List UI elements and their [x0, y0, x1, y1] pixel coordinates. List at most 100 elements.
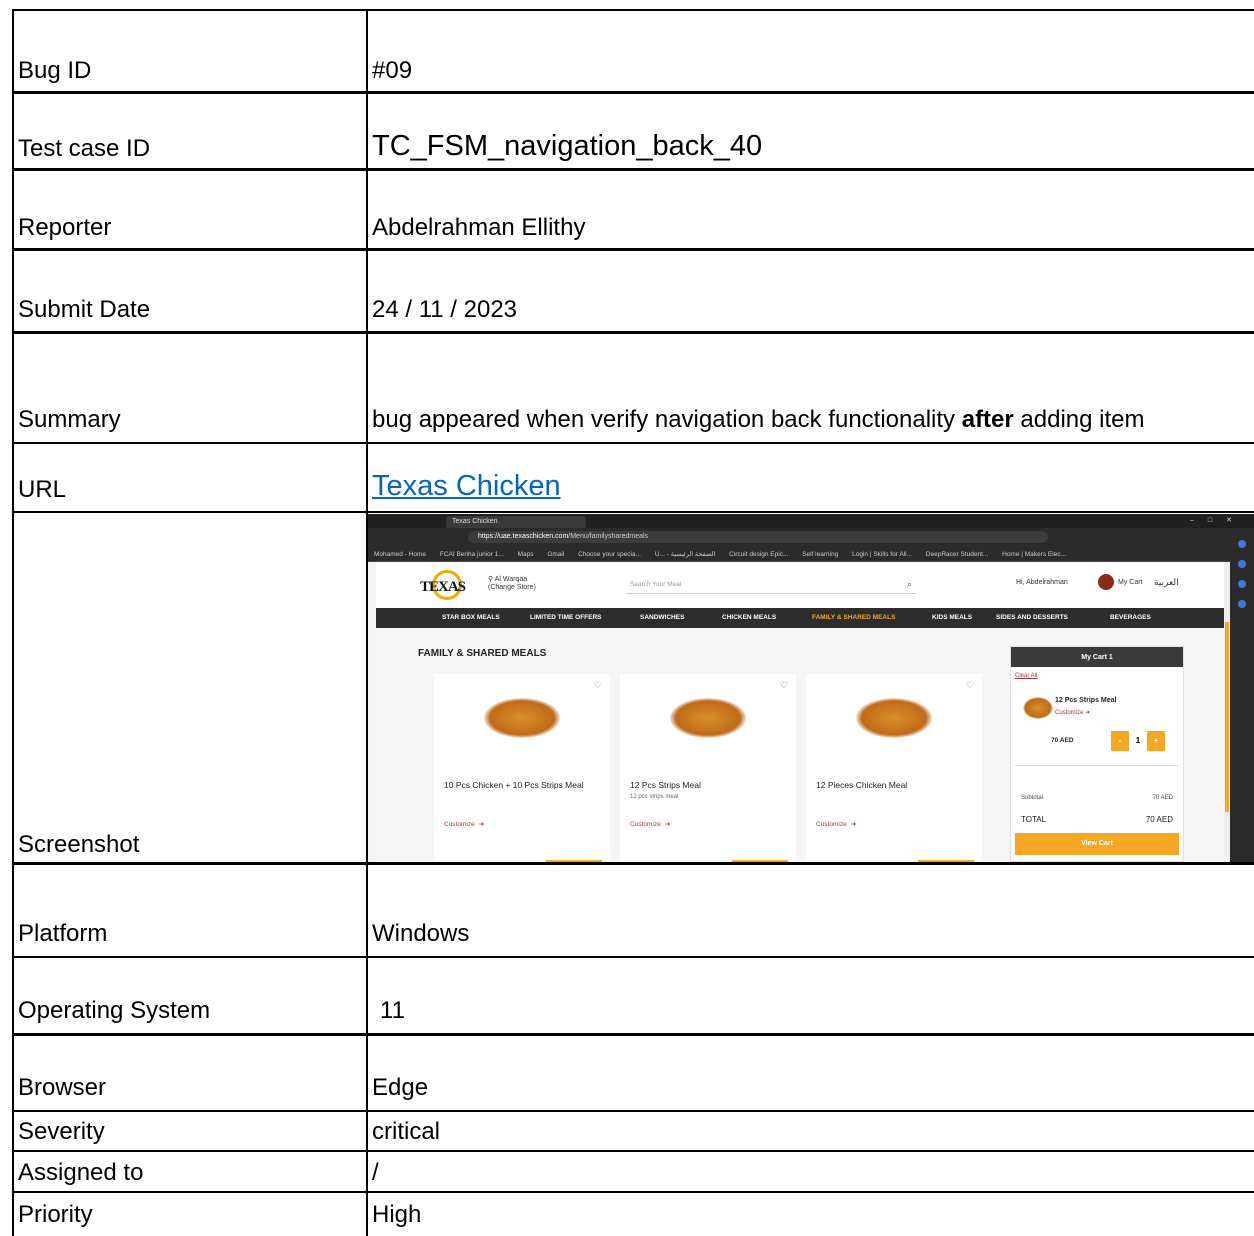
- add-button[interactable]: [546, 860, 602, 862]
- browser-tab[interactable]: Texas Chicken: [446, 516, 586, 528]
- user-greeting[interactable]: Hi, Abdelrahman: [1016, 579, 1068, 586]
- bookmark[interactable]: Home | Makers Elec...: [1002, 551, 1066, 558]
- nav-item-star-box[interactable]: STAR BOX MEALS: [442, 614, 500, 621]
- sidebar-app-icon[interactable]: [1238, 580, 1246, 588]
- cart-item-image: [1023, 697, 1053, 719]
- nav-item-family-shared[interactable]: FAMILY & SHARED MEALS: [812, 614, 895, 621]
- bookmarks-bar: Mohamed - Home FCAI Benha junior 1... Ma…: [368, 546, 1254, 562]
- bookmark[interactable]: DeepRacer Student...: [926, 551, 989, 558]
- sidebar-app-icon[interactable]: [1238, 540, 1246, 548]
- browser-tab-bar: Texas Chicken –□✕: [368, 514, 1254, 528]
- bookmark[interactable]: Maps: [518, 551, 534, 558]
- grid-line: [12, 248, 1254, 251]
- grid-line: [12, 1110, 1254, 1112]
- page-scrollbar[interactable]: [1224, 562, 1230, 862]
- embedded-screenshot: Texas Chicken –□✕ https://uae.texaschick…: [368, 514, 1254, 862]
- nav-item-chicken-meals[interactable]: CHICKEN MEALS: [722, 614, 776, 621]
- os-label: Operating System: [18, 997, 211, 1024]
- grid-line: [12, 956, 1254, 958]
- language-switch[interactable]: العربية: [1154, 577, 1179, 588]
- severity-value: critical: [372, 1118, 441, 1145]
- heart-icon[interactable]: ♡: [780, 680, 788, 691]
- product-card[interactable]: ♡ 12 Pcs Strips Meal 12 pcs strips meal …: [620, 674, 796, 862]
- test-case-id-value: TC_FSM_navigation_back_40: [372, 130, 763, 162]
- grid-line: [12, 168, 1254, 171]
- arrow-right-icon: ➜: [1085, 710, 1091, 716]
- summary-text-2: adding item: [1013, 406, 1145, 433]
- bug-report-table: Bug ID #09 Test case ID TC_FSM_navigatio…: [12, 9, 1254, 1236]
- nav-item-beverages[interactable]: BEVERAGES: [1110, 614, 1151, 621]
- add-button[interactable]: [918, 860, 974, 862]
- clear-all-link[interactable]: Clear All: [1015, 673, 1037, 679]
- qty-plus-button[interactable]: +: [1147, 731, 1165, 751]
- nav-item-kids[interactable]: KIDS MEALS: [932, 614, 972, 621]
- summary-value: bug appeared when verify navigation back…: [372, 406, 1145, 434]
- browser-label: Browser: [18, 1074, 107, 1101]
- cart-icon[interactable]: [1098, 574, 1114, 590]
- bookmark[interactable]: U... - الصفحة الرئيسية: [655, 551, 715, 558]
- browser-value: Edge: [372, 1074, 429, 1101]
- nav-item-sandwiches[interactable]: SANDWICHES: [640, 614, 684, 621]
- cart-item-customize[interactable]: Customize ➜: [1055, 709, 1090, 716]
- grid-line: [12, 331, 1254, 334]
- product-card[interactable]: ♡ 12 Pieces Chicken Meal Customize ➜: [806, 674, 982, 862]
- search-input[interactable]: Search Your Meal ⌕: [626, 576, 916, 594]
- store-selector[interactable]: ⚲ Al Warqaa (Change Store): [488, 576, 536, 592]
- search-icon[interactable]: ⌕: [907, 579, 912, 590]
- mini-cart: My Cart 1 Clear All 12 Pcs Strips Meal C…: [1010, 646, 1184, 862]
- bookmark[interactable]: Gmail: [547, 551, 564, 558]
- add-button[interactable]: [732, 860, 788, 862]
- grid-line: [12, 1191, 1254, 1193]
- heart-icon[interactable]: ♡: [594, 680, 602, 691]
- location-pin-icon: ⚲: [488, 576, 495, 583]
- customize-link[interactable]: Customize ➜: [444, 820, 484, 828]
- nav-item-sides[interactable]: SIDES AND DESSERTS: [996, 614, 1068, 621]
- qty-minus-button[interactable]: -: [1111, 731, 1129, 751]
- quantity-stepper: -1 +: [1111, 731, 1165, 751]
- texas-chicken-link[interactable]: Texas Chicken: [372, 470, 561, 502]
- view-cart-button[interactable]: View Cart: [1015, 833, 1179, 855]
- arrow-right-icon: ➜: [664, 821, 671, 828]
- customize-link[interactable]: Customize ➜: [816, 820, 856, 828]
- texas-chicken-logo[interactable]: TEXAS: [420, 570, 476, 600]
- url-input[interactable]: https://uae.texaschicken.com/Menu/family…: [468, 531, 1048, 543]
- bookmark[interactable]: Self learning: [802, 551, 838, 558]
- product-image: [670, 698, 746, 738]
- platform-value: Windows: [372, 920, 470, 947]
- test-case-id-label: Test case ID: [18, 135, 151, 162]
- arrow-right-icon: ➜: [478, 821, 485, 828]
- bookmark[interactable]: Login | Skills for All...: [852, 551, 912, 558]
- cart-item-name: 12 Pcs Strips Meal: [1055, 697, 1117, 704]
- sidebar-app-icon[interactable]: [1238, 560, 1246, 568]
- divider: [1015, 765, 1179, 766]
- tab-title: Texas Chicken: [452, 518, 498, 525]
- grid-line: [12, 1033, 1254, 1036]
- heart-icon[interactable]: ♡: [966, 680, 974, 691]
- category-nav: STAR BOX MEALS LIMITED TIME OFFERS SANDW…: [376, 608, 1230, 628]
- reporter-label: Reporter: [18, 214, 112, 241]
- url-value: Texas Chicken: [372, 470, 561, 503]
- subtotal-value: 70 AED: [1152, 795, 1173, 801]
- grid-line: [12, 9, 1254, 11]
- reporter-value: Abdelrahman Ellithy: [372, 214, 586, 241]
- product-desc: 12 pcs strips meal: [630, 794, 679, 800]
- product-card[interactable]: ♡ 10 Pcs Chicken + 10 Pcs Strips Meal Cu…: [434, 674, 610, 862]
- grid-line: [12, 511, 1254, 513]
- nav-item-limited-offers[interactable]: LIMITED TIME OFFERS: [530, 614, 602, 621]
- grid-line: [12, 1150, 1254, 1152]
- sidebar-app-icon[interactable]: [1238, 600, 1246, 608]
- bookmark[interactable]: Circuit design Epic...: [729, 551, 788, 558]
- my-cart-link[interactable]: My Cart: [1118, 579, 1143, 586]
- customize-link[interactable]: Customize ➜: [630, 820, 670, 828]
- edge-sidebar: [1230, 528, 1254, 862]
- summary-text-1: bug appeared when verify navigation back…: [372, 406, 962, 433]
- bookmark[interactable]: FCAI Benha junior 1...: [440, 551, 504, 558]
- subtotal-label: Subtotal: [1021, 795, 1044, 801]
- bug-id-value: #09: [372, 57, 413, 84]
- total-value: 70 AED: [1145, 815, 1173, 824]
- grid-line: [12, 9, 14, 1236]
- product-name: 12 Pcs Strips Meal: [630, 780, 701, 790]
- bookmark[interactable]: Choose your specia...: [578, 551, 641, 558]
- window-controls-icon: –□✕: [1190, 517, 1246, 524]
- bookmark[interactable]: Mohamed - Home: [374, 551, 426, 558]
